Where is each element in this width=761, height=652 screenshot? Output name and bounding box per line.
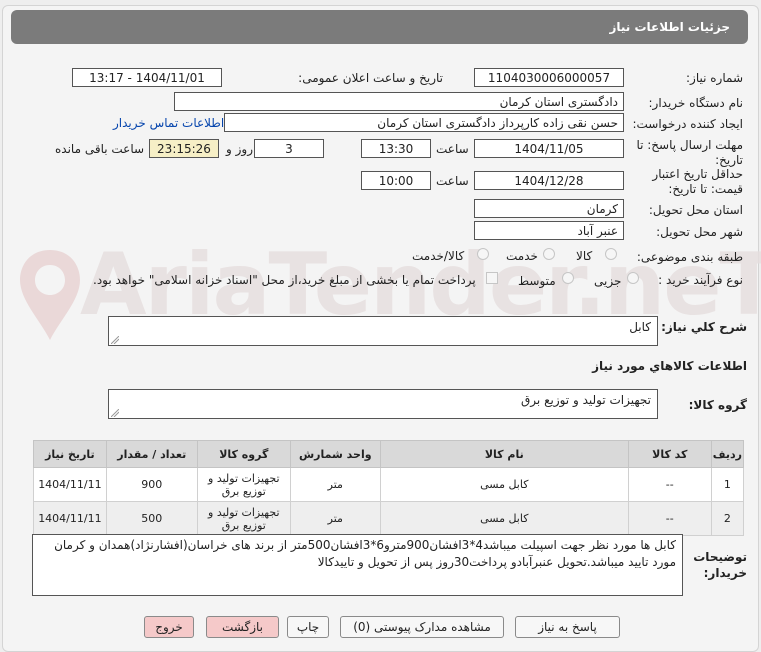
validity-time-field: 10:00 — [361, 171, 431, 190]
process-radio-minor[interactable] — [627, 272, 639, 284]
subject-radio-service[interactable] — [543, 248, 555, 260]
col-date: تاریخ نیاز — [33, 440, 107, 468]
cell-unit: متر — [289, 467, 381, 502]
print-button[interactable]: چاپ — [287, 616, 329, 638]
reply-time-label: ساعت — [436, 142, 469, 156]
back-button[interactable]: بازگشت — [206, 616, 279, 638]
cell-name: کابل مسی — [379, 467, 629, 502]
process-option-medium: متوسط — [518, 274, 556, 288]
subject-radio-goods[interactable] — [605, 248, 617, 260]
cell-unit: متر — [289, 501, 381, 536]
validity-label: حداقل تاریخ اعتبار قیمت: تا تاریخ: — [652, 167, 743, 196]
buyer-notes-field: کابل ها مورد نظر جهت اسپیلت میباشد4*3افش… — [32, 534, 683, 596]
table-row: 1 -- کابل مسی متر تجهیزات تولید و توزیع … — [33, 467, 745, 502]
buyer-notes-text: کابل ها مورد نظر جهت اسپیلت میباشد4*3افش… — [54, 538, 676, 569]
goods-group-text: تجهیزات تولید و توزیع برق — [521, 393, 651, 407]
buyer-org-field: دادگستری استان کرمان — [174, 92, 624, 111]
table-row: 2 -- کابل مسی متر تجهیزات تولید و توزیع … — [33, 501, 745, 536]
day-and-label: روز و — [226, 142, 253, 156]
cell-row: 1 — [710, 467, 745, 502]
need-number-field: 1104030006000057 — [474, 68, 624, 87]
delivery-city-field: عنبر آباد — [474, 221, 624, 240]
cell-date: 1404/11/11 — [33, 467, 107, 502]
delivery-city-label: شهر محل تحویل: — [656, 225, 743, 239]
subject-category-label: طبقه بندی موضوعی: — [636, 250, 743, 264]
subject-option-goods: کالا — [576, 249, 593, 263]
subject-radio-goods-service[interactable] — [477, 248, 489, 260]
general-description-field: کابل — [108, 316, 658, 346]
cell-code: -- — [627, 467, 712, 502]
delivery-province-field: کرمان — [474, 199, 624, 218]
treasury-payment-note: پرداخت تمام یا بخشی از مبلغ خرید،از محل … — [93, 273, 476, 287]
reply-time-field: 13:30 — [361, 139, 431, 158]
delivery-province-label: استان محل تحویل: — [648, 203, 743, 217]
process-option-minor: جزیی — [594, 274, 622, 288]
buyer-org-label: نام دستگاه خریدار: — [648, 96, 744, 110]
general-description-label: شرح کلي نياز: — [661, 320, 747, 334]
cell-code: -- — [627, 501, 712, 536]
resize-grip-icon[interactable] — [111, 409, 119, 417]
cell-row: 2 — [710, 501, 745, 536]
goods-group-label: گروه کالا: — [688, 398, 747, 412]
treasury-payment-checkbox[interactable] — [486, 272, 498, 284]
validity-date-field: 1404/12/28 — [474, 171, 624, 190]
subject-option-service: خدمت — [506, 249, 538, 263]
buyer-notes-label: توضیحات خریدار: — [693, 550, 747, 580]
need-number-label: شماره نیاز: — [686, 71, 743, 85]
col-name: نام کالا — [379, 440, 629, 468]
requester-field: حسن نقی زاده کارپرداز دادگستری استان کرم… — [224, 113, 624, 132]
view-attachments-button[interactable]: مشاهده مدارک پیوستی (0) — [340, 616, 504, 638]
goods-table: ردیف کد کالا نام کالا واحد شمارش گروه کا… — [33, 440, 745, 536]
col-code: کد کالا — [627, 440, 712, 468]
announce-datetime-field: 1404/11/01 - 13:17 — [72, 68, 222, 87]
goods-group-field: تجهیزات تولید و توزیع برق — [108, 389, 658, 419]
goods-table-header: ردیف کد کالا نام کالا واحد شمارش گروه کا… — [33, 440, 745, 468]
reply-date-field: 1404/11/05 — [474, 139, 624, 158]
col-row: ردیف — [710, 440, 745, 468]
cell-qty: 500 — [105, 501, 198, 536]
reply-deadline-label: مهلت ارسال پاسخ: تا تاریخ: — [636, 138, 743, 167]
title-bar: جزئیات اطلاعات نیاز — [11, 10, 748, 44]
col-group: گروه کالا — [196, 440, 291, 468]
cell-group: تجهیزات تولید و توزیع برق — [196, 467, 291, 502]
cell-date: 1404/11/11 — [33, 501, 107, 536]
purchase-process-label: نوع فرآیند خرید : — [658, 273, 743, 287]
general-description-text: کابل — [629, 320, 651, 334]
resize-grip-icon[interactable] — [111, 336, 119, 344]
cell-name: کابل مسی — [379, 501, 629, 536]
buyer-contact-link[interactable]: اطلاعات تماس خریدار — [113, 116, 224, 130]
page-title: جزئیات اطلاعات نیاز — [609, 20, 730, 34]
validity-time-label: ساعت — [436, 174, 469, 188]
reply-button[interactable]: پاسخ به نیاز — [515, 616, 620, 638]
subject-option-goods-service: کالا/خدمت — [412, 249, 465, 263]
col-qty: تعداد / مقدار — [105, 440, 198, 468]
goods-info-heading: اطلاعات کالاهاي مورد نياز — [592, 359, 747, 373]
cell-group: تجهیزات تولید و توزیع برق — [196, 501, 291, 536]
time-remaining-field: 23:15:26 — [149, 139, 219, 158]
exit-button[interactable]: خروج — [144, 616, 194, 638]
process-radio-medium[interactable] — [562, 272, 574, 284]
cell-qty: 900 — [105, 467, 198, 502]
days-remaining-field: 3 — [254, 139, 324, 158]
col-unit: واحد شمارش — [289, 440, 381, 468]
announce-datetime-label: تاریخ و ساعت اعلان عمومی: — [298, 71, 443, 85]
time-remaining-label: ساعت باقی مانده — [55, 142, 145, 156]
watermark-logo — [20, 250, 80, 340]
requester-label: ایجاد کننده درخواست: — [632, 117, 743, 131]
